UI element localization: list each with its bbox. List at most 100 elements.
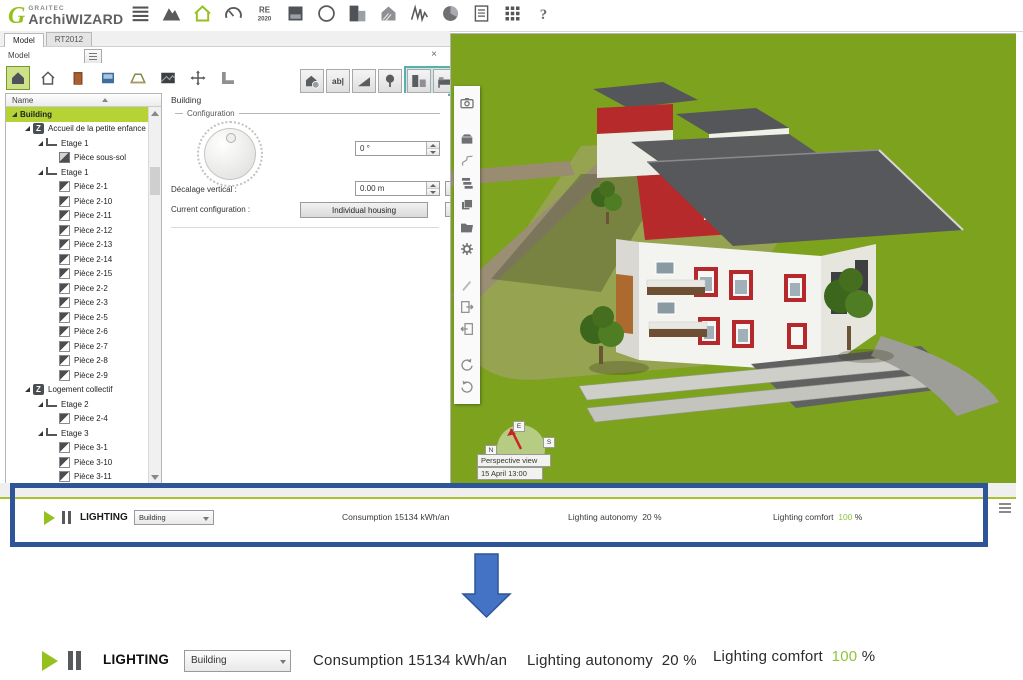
tree-item[interactable]: Etage 3 [6, 426, 148, 441]
camera-icon[interactable] [459, 95, 475, 111]
tree-item[interactable]: Pièce 2-9 [6, 368, 148, 383]
tree-item[interactable]: Pièce 2-5 [6, 310, 148, 325]
tree-item[interactable]: ZLogement collectif [6, 383, 148, 398]
tree-item[interactable]: Etage 2 [6, 397, 148, 412]
tree-item[interactable]: Pièce 2-14 [6, 252, 148, 267]
stack-icon[interactable] [459, 197, 475, 213]
tree-item[interactable]: Pièce 2-15 [6, 267, 148, 282]
house-config-button[interactable] [300, 69, 324, 93]
document-icon[interactable] [471, 3, 492, 24]
home-outline-button[interactable] [36, 66, 60, 90]
scope-select[interactable]: Building [134, 510, 214, 525]
move-button[interactable] [186, 66, 210, 90]
render-button[interactable] [156, 66, 180, 90]
3d-viewport[interactable]: E N S W Perspective view 15 April 13:00 [450, 33, 1016, 493]
tree-scrollbar[interactable] [148, 107, 161, 484]
gear-icon[interactable] [459, 241, 475, 257]
furniture-button[interactable] [407, 69, 431, 93]
brush-icon[interactable] [459, 277, 475, 293]
tree-item[interactable]: Pièce 3-10 [6, 455, 148, 470]
waveform-icon[interactable] [409, 3, 430, 24]
grid-icon[interactable] [502, 3, 523, 24]
expander-icon[interactable] [25, 387, 30, 392]
expander-icon[interactable] [38, 170, 43, 175]
expander-icon[interactable] [25, 126, 30, 131]
play-button[interactable] [44, 511, 55, 525]
panel-menu-icon[interactable] [999, 503, 1011, 513]
gauge-icon[interactable] [223, 3, 244, 24]
menu-icon[interactable] [130, 3, 151, 24]
tree-item[interactable]: Pièce 2-2 [6, 281, 148, 296]
tree-button[interactable] [378, 69, 402, 93]
tree-item[interactable]: Etage 1 [6, 165, 148, 180]
expander-icon[interactable] [38, 402, 43, 407]
scroll-thumb[interactable] [150, 167, 160, 195]
undo-icon[interactable] [459, 357, 475, 373]
roof-frame-button[interactable] [126, 66, 150, 90]
tree-item[interactable]: Pièce 2-3 [6, 296, 148, 311]
home-icon[interactable] [192, 3, 213, 24]
tree-item[interactable]: Pièce 3-1 [6, 441, 148, 456]
wall-corner-button[interactable] [216, 66, 240, 90]
tree-item[interactable]: Pièce 2-12 [6, 223, 148, 238]
tab-rt2012[interactable]: RT2012 [46, 32, 92, 46]
mountain-icon[interactable] [161, 3, 182, 24]
scope-select[interactable]: Building [184, 650, 291, 672]
tree-item[interactable]: Etage 1 [6, 136, 148, 151]
tree-item[interactable]: Pièce 2-13 [6, 238, 148, 253]
tree-item[interactable]: Pièce 2-1 [6, 180, 148, 195]
offset-input[interactable]: 0.00 m [355, 181, 440, 196]
tree-item[interactable]: Building [6, 107, 148, 122]
tree-item[interactable]: Pièce 2-8 [6, 354, 148, 369]
spline-icon[interactable] [459, 153, 475, 169]
tree-header[interactable]: Name [6, 94, 161, 107]
dial-knob[interactable] [204, 128, 256, 180]
re2020-icon[interactable]: RE2020 [254, 3, 275, 24]
rotation-dial[interactable] [197, 121, 263, 187]
tree-item-label: Pièce 2-2 [74, 284, 108, 293]
ramp-button[interactable] [352, 69, 376, 93]
layers-icon[interactable] [459, 175, 475, 191]
tree-item[interactable]: Pièce 3-11 [6, 470, 148, 485]
home-filled-button[interactable] [6, 66, 30, 90]
tree-body: BuildingZAccueil de la petite enfanceEta… [6, 107, 148, 484]
scroll-down-icon[interactable] [151, 475, 159, 480]
pause-button[interactable] [62, 511, 71, 524]
tab-model[interactable]: Model [4, 33, 44, 47]
model-list-button[interactable] [84, 49, 102, 64]
export-icon[interactable] [459, 299, 475, 315]
consumption-text: Consumption 15134 kWh/an [313, 652, 507, 669]
tree-item[interactable]: Pièce 2-6 [6, 325, 148, 340]
box-icon[interactable] [459, 131, 475, 147]
folder-icon[interactable] [459, 219, 475, 235]
expander-icon[interactable] [12, 112, 17, 117]
house-hatch-icon[interactable] [378, 3, 399, 24]
door-button[interactable] [66, 66, 90, 90]
layout-icon[interactable] [347, 3, 368, 24]
rotation-spinner[interactable] [426, 142, 439, 155]
offset-spinner[interactable] [426, 182, 439, 195]
help-icon[interactable]: ? [533, 3, 554, 24]
scroll-up-icon[interactable] [151, 111, 159, 116]
tree-item[interactable]: Pièce 2-11 [6, 209, 148, 224]
tree-item[interactable]: Pièce 2-7 [6, 339, 148, 354]
play-button[interactable] [42, 651, 58, 671]
import-icon[interactable] [459, 321, 475, 337]
circle-icon[interactable] [316, 3, 337, 24]
pie-chart-icon[interactable] [440, 3, 461, 24]
tree-item[interactable]: Pièce 2-10 [6, 194, 148, 209]
text-ab-button[interactable]: ab| [326, 69, 350, 93]
rotation-input[interactable]: 0 ° [355, 141, 440, 156]
tree-item[interactable]: Pièce 2-4 [6, 412, 148, 427]
close-icon[interactable]: × [428, 49, 440, 61]
tree-item-label: Etage 1 [61, 168, 89, 177]
tree-item[interactable]: Pièce sous-sol [6, 151, 148, 166]
window-icon[interactable] [285, 3, 306, 24]
pause-button[interactable] [68, 651, 81, 670]
redo-icon[interactable] [459, 379, 475, 395]
current-config-button[interactable]: Individual housing [300, 202, 428, 218]
expander-icon[interactable] [38, 141, 43, 146]
window-blue-button[interactable] [96, 66, 120, 90]
tree-item[interactable]: ZAccueil de la petite enfance [6, 122, 148, 137]
expander-icon[interactable] [38, 431, 43, 436]
